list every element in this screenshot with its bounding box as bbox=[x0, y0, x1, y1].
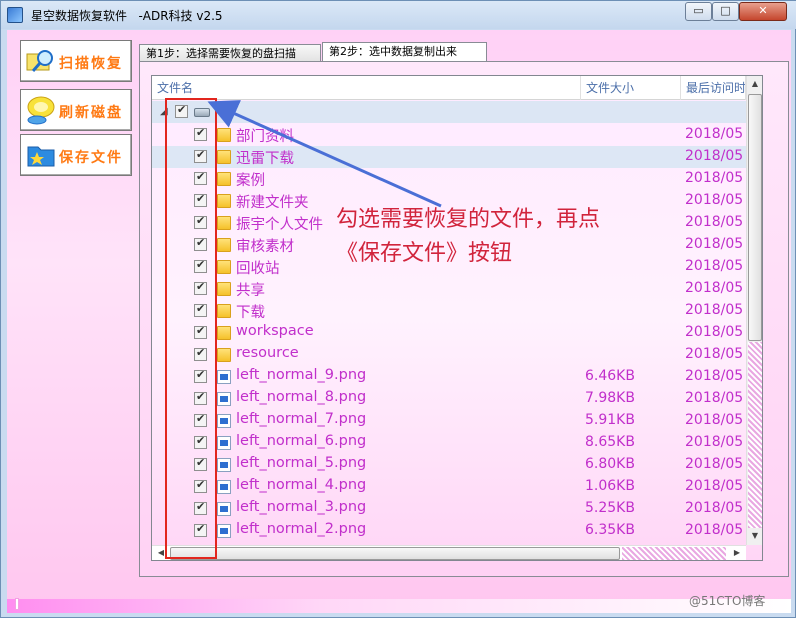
instruction-annotation: 勾选需要恢复的文件，再点 《保存文件》按钮 bbox=[336, 203, 600, 271]
watermark: @51CTO博客 bbox=[689, 594, 766, 608]
annotation-line-2: 《保存文件》按钮 bbox=[336, 241, 513, 266]
app-window: 星空数据恢复软件 -ADR科技 v2.5 ▭ □ ✕ 扫描恢复 刷新磁盘 保存文… bbox=[0, 0, 796, 618]
annotation-line-1: 勾选需要恢复的文件，再点 bbox=[336, 207, 601, 232]
annotation-arrow-icon bbox=[207, 100, 442, 208]
